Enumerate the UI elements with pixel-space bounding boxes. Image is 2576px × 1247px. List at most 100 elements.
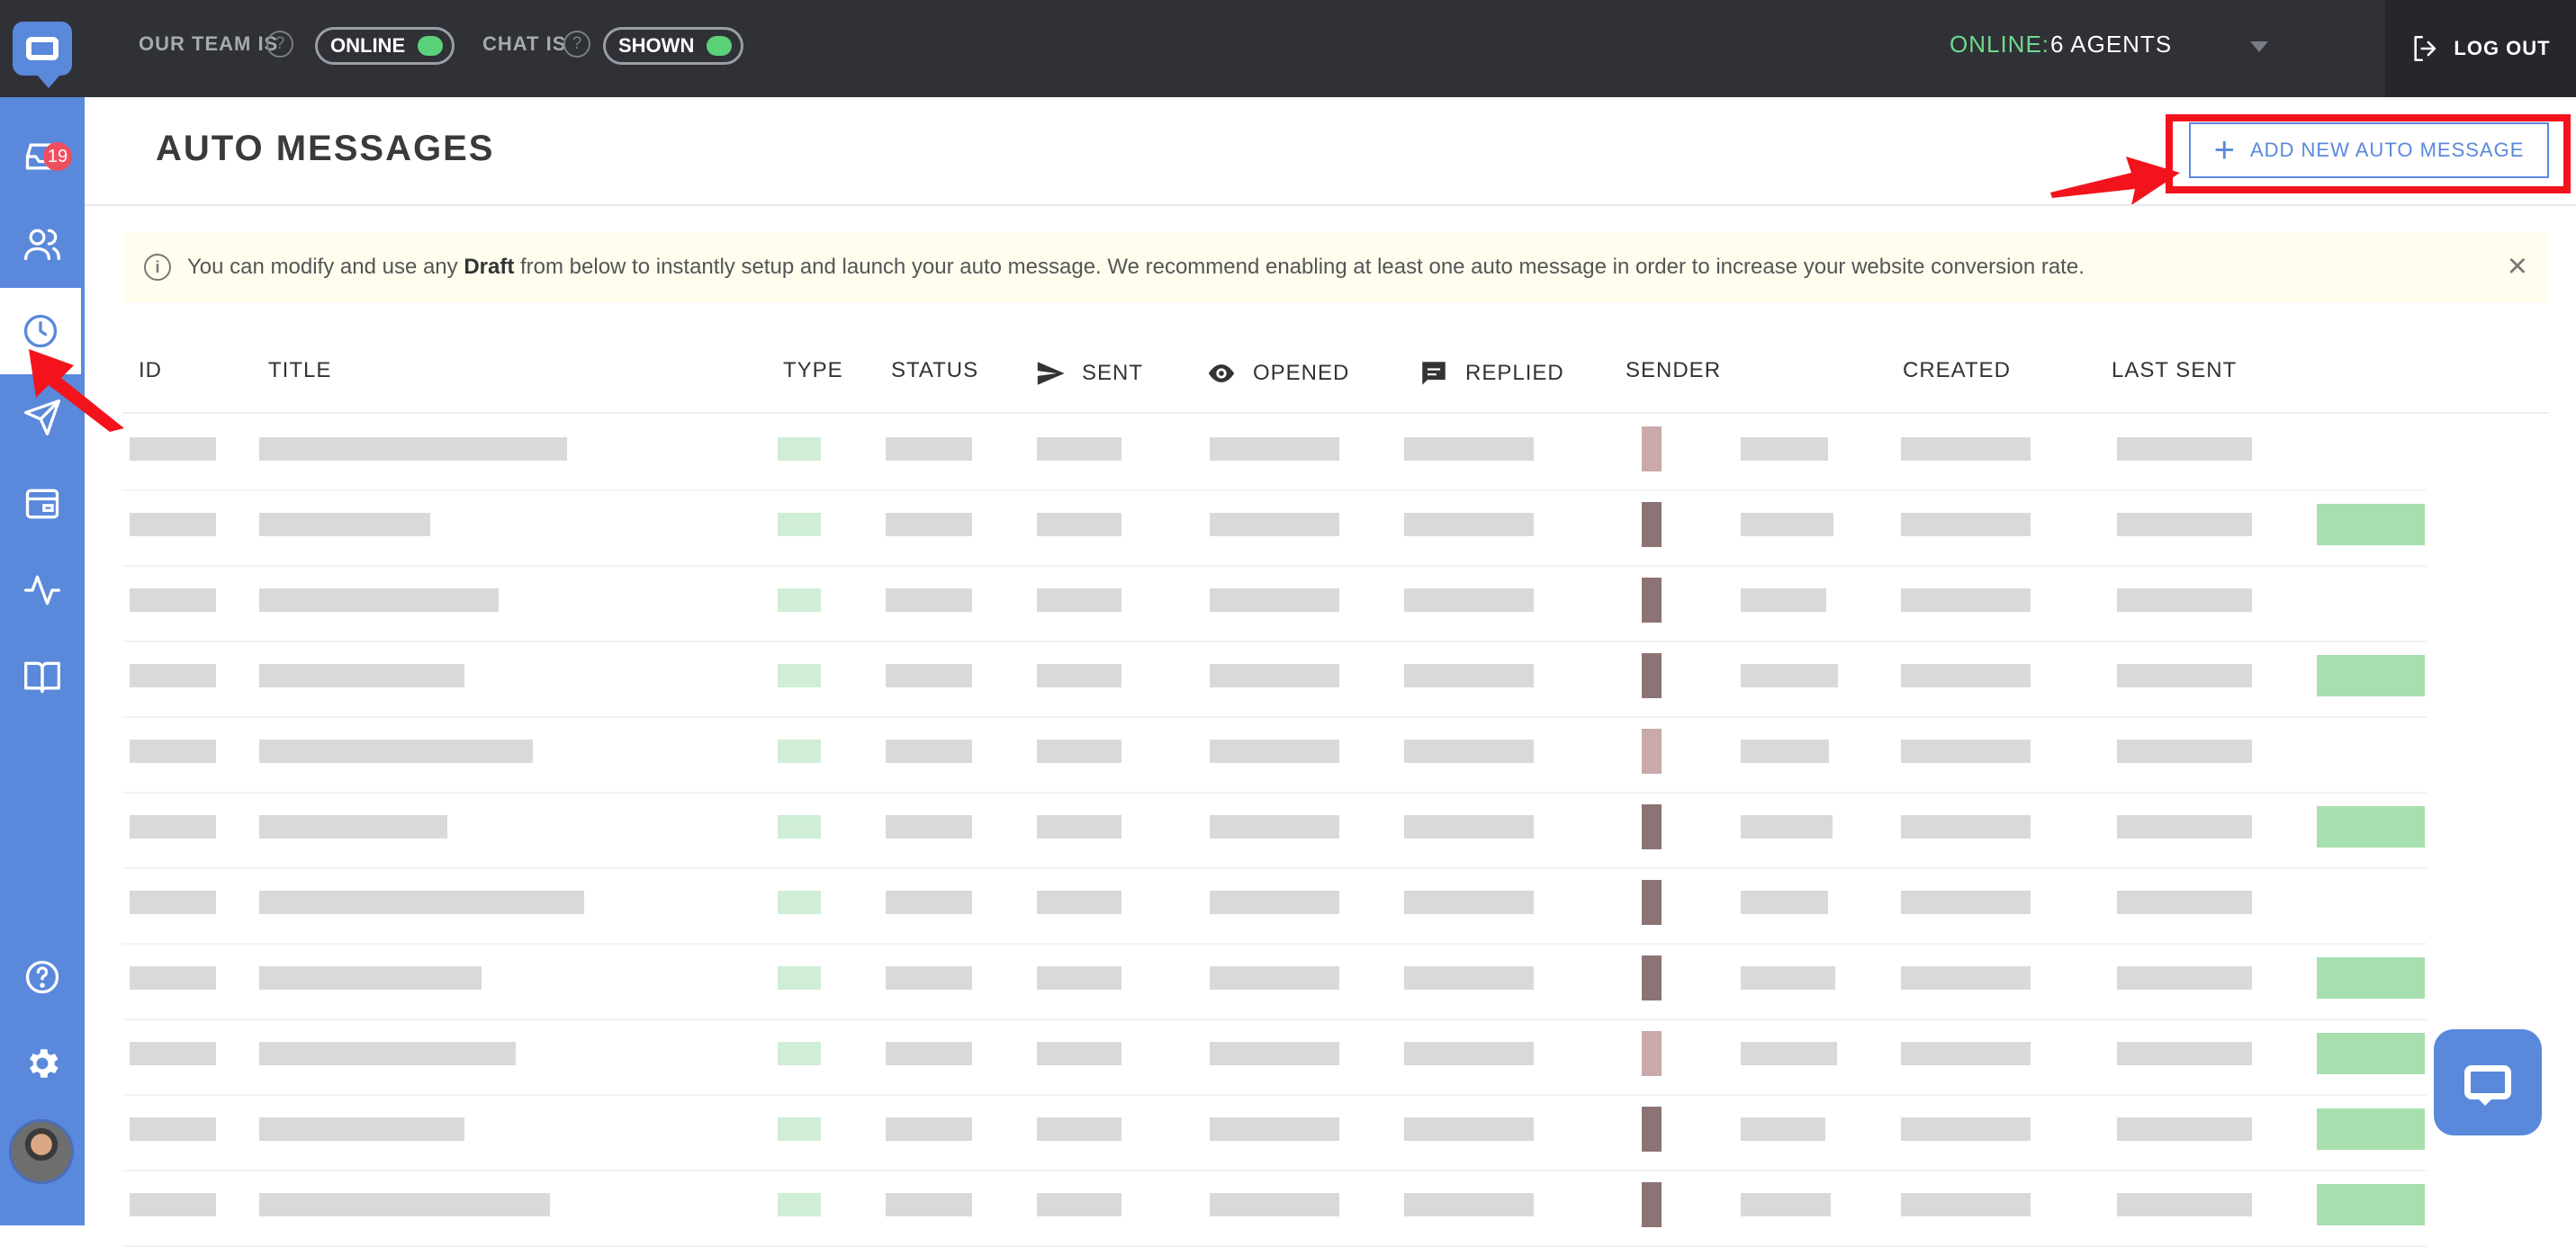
redacted-cell: [778, 437, 821, 461]
sender-avatar: [1642, 1107, 1662, 1152]
column-created[interactable]: CREATED: [1903, 358, 2011, 383]
redacted-cell: [1210, 1193, 1339, 1216]
sidebar-item-users[interactable]: [0, 201, 85, 287]
redacted-cell: [259, 891, 584, 914]
table-row[interactable]: [122, 794, 2427, 869]
page-title: AUTO MESSAGES: [156, 129, 495, 168]
table-row[interactable]: [122, 642, 2427, 718]
table-row[interactable]: [122, 491, 2427, 567]
chat-status-toggle[interactable]: SHOWN: [603, 27, 744, 65]
column-last-sent[interactable]: LAST SENT: [2112, 358, 2237, 383]
status-switch[interactable]: [2317, 1184, 2425, 1225]
redacted-cell: [1037, 513, 1121, 536]
redacted-cell: [130, 664, 216, 687]
redacted-cell: [1404, 966, 1534, 990]
redacted-cell: [2117, 891, 2252, 914]
redacted-cell: [1210, 815, 1339, 839]
table-row[interactable]: [122, 869, 2427, 945]
chevron-down-icon[interactable]: [2250, 41, 2268, 52]
redacted-cell: [130, 437, 216, 461]
chat-toggle-indicator: [707, 36, 733, 56]
status-switch[interactable]: [2317, 1033, 2425, 1074]
avatar[interactable]: [9, 1119, 74, 1184]
table-row[interactable]: [122, 718, 2427, 794]
redacted-cell: [886, 664, 972, 687]
redacted-cell: [259, 588, 499, 612]
status-switch[interactable]: [2317, 806, 2425, 848]
redacted-cell: [2117, 513, 2252, 536]
sender-avatar: [1642, 729, 1662, 774]
redacted-cell: [778, 588, 821, 612]
column-opened-label: OPENED: [1253, 361, 1350, 385]
sender-avatar: [1642, 955, 1662, 1000]
header-divider: [85, 204, 2576, 206]
redacted-cell: [2117, 664, 2252, 687]
notice-text: You can modify and use any Draft from be…: [187, 255, 2085, 280]
status-switch[interactable]: [2317, 504, 2425, 545]
chat-launcher-button[interactable]: [2434, 1029, 2542, 1135]
chat-status-value: SHOWN: [618, 34, 695, 57]
column-title[interactable]: TITLE: [268, 358, 331, 383]
help-icon: [25, 960, 59, 994]
team-status-toggle[interactable]: ONLINE: [315, 27, 455, 65]
status-switch[interactable]: [2317, 655, 2425, 696]
redacted-cell: [259, 1193, 550, 1216]
send-icon: [1037, 362, 1065, 385]
app-logo[interactable]: [0, 0, 85, 97]
chat-icon: [2464, 1065, 2511, 1106]
redacted-cell: [2117, 1117, 2252, 1141]
redacted-cell: [1404, 437, 1534, 461]
column-sent[interactable]: SENT: [1035, 358, 1143, 389]
redacted-cell: [778, 664, 821, 687]
redacted-cell: [886, 1042, 972, 1065]
widget-icon: [25, 489, 59, 519]
redacted-cell: [1741, 740, 1829, 763]
column-replied[interactable]: REPLIED: [1419, 358, 1564, 389]
sender-avatar: [1642, 578, 1662, 623]
redacted-cell: [259, 664, 464, 687]
sidebar-item-analytics[interactable]: [0, 547, 85, 633]
sidebar-item-inbox[interactable]: 19: [0, 113, 85, 200]
status-switch[interactable]: [2317, 957, 2425, 999]
table-row[interactable]: [122, 1096, 2427, 1171]
sidebar-item-settings[interactable]: [0, 1020, 85, 1107]
table-row[interactable]: [122, 416, 2427, 491]
add-new-auto-message-button[interactable]: + ADD NEW AUTO MESSAGE: [2189, 122, 2549, 178]
redacted-cell: [1037, 966, 1121, 990]
table-row[interactable]: [122, 1020, 2427, 1096]
status-switch[interactable]: [2317, 1108, 2425, 1150]
column-opened[interactable]: OPENED: [1206, 358, 1349, 389]
close-icon[interactable]: ×: [2508, 249, 2527, 283]
sidebar-item-widget[interactable]: [0, 461, 85, 547]
chat-help-icon[interactable]: ?: [563, 31, 590, 58]
team-status-label: OUR TEAM IS: [139, 32, 279, 55]
column-status[interactable]: STATUS: [891, 358, 978, 383]
redacted-cell: [1210, 588, 1339, 612]
activity-icon: [24, 575, 60, 606]
table-row[interactable]: [122, 1171, 2427, 1247]
logout-button[interactable]: LOG OUT: [2385, 0, 2576, 97]
sidebar-item-help[interactable]: [0, 934, 85, 1020]
redacted-cell: [1901, 966, 2031, 990]
redacted-cell: [259, 740, 533, 763]
inbox-badge: 19: [43, 142, 72, 171]
redacted-cell: [1037, 815, 1121, 839]
column-type[interactable]: TYPE: [783, 358, 843, 383]
info-icon: i: [144, 254, 171, 281]
gear-icon: [30, 1049, 59, 1078]
notice-text-before: You can modify and use any: [187, 255, 464, 279]
redacted-cell: [259, 1117, 464, 1141]
redacted-cell: [130, 588, 216, 612]
add-button-label: ADD NEW AUTO MESSAGE: [2249, 139, 2525, 161]
column-id[interactable]: ID: [139, 358, 162, 383]
table-row[interactable]: [122, 567, 2427, 642]
redacted-cell: [2117, 588, 2252, 612]
online-agents-value[interactable]: 6 AGENTS: [2050, 31, 2172, 58]
redacted-cell: [886, 513, 972, 536]
team-help-icon[interactable]: ?: [266, 31, 293, 58]
redacted-cell: [1037, 588, 1121, 612]
sidebar-item-knowledge-base[interactable]: [0, 633, 85, 720]
redacted-cell: [2117, 1042, 2252, 1065]
column-sender[interactable]: SENDER: [1626, 358, 1721, 383]
table-row[interactable]: [122, 945, 2427, 1020]
